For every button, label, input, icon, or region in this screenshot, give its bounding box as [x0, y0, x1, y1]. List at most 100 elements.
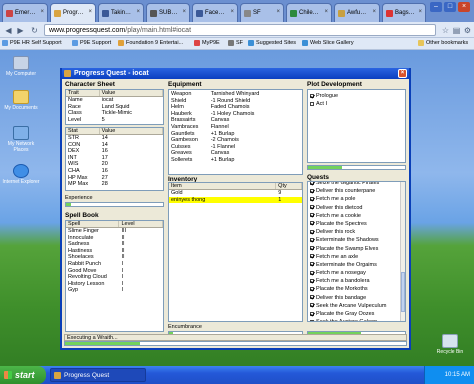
equipment-row[interactable]: Helm Faded Chamois [169, 104, 302, 111]
browser-tab[interactable]: Chile… × [286, 3, 332, 22]
stat-row[interactable]: DEX 16 [66, 148, 163, 155]
taskbar-item-progress-quest[interactable]: Progress Quest [50, 368, 146, 382]
close-tab-icon[interactable]: × [418, 9, 422, 15]
browser-tab[interactable]: Emer… × [2, 3, 48, 22]
quest-item[interactable]: Placate the Morkoths [308, 285, 405, 293]
quest-item[interactable]: Exterminate the Shadows [308, 236, 405, 244]
bookmark-link[interactable]: P9E Support [72, 40, 111, 46]
browser-tab[interactable]: Awfu… × [334, 3, 380, 22]
plot-item[interactable]: Prologue [308, 92, 405, 100]
inventory-row[interactable]: Gold 9 [169, 190, 302, 197]
browser-tab[interactable]: Face… × [192, 3, 238, 22]
start-button[interactable]: start [0, 366, 46, 384]
equipment-row[interactable]: Sollerets +1 Burlap [169, 157, 302, 164]
close-icon[interactable]: × [458, 2, 470, 12]
close-tab-icon[interactable]: × [40, 9, 44, 15]
quest-item[interactable]: Deliver this dietcod [308, 204, 405, 212]
spell-row[interactable]: Shoelaces II [66, 254, 163, 261]
spell-row[interactable]: Good Move I [66, 268, 163, 275]
equipment-row[interactable]: Greaves Canvas [169, 150, 302, 157]
equipment-row[interactable]: Weapon Tarnished Whinyard [169, 91, 302, 98]
trait-row[interactable]: Name iocat [66, 97, 163, 104]
bookmark-link[interactable]: MyP9E [194, 40, 220, 46]
close-icon[interactable]: × [398, 69, 407, 78]
experience-label: Experience [65, 195, 93, 201]
spell-row[interactable]: Revolting Cloud I [66, 274, 163, 281]
close-tab-icon[interactable]: × [372, 9, 376, 15]
trait-row[interactable]: Race Land Squid [66, 104, 163, 111]
maximize-icon[interactable]: □ [444, 2, 456, 12]
other-bookmarks[interactable]: Other bookmarks [418, 40, 468, 46]
spell-row[interactable]: Rabbit Punch I [66, 261, 163, 268]
equipment-row[interactable]: Gauntlets +1 Burlap [169, 131, 302, 138]
quest-item[interactable]: Placate the Gray Oozes [308, 310, 405, 318]
back-arrow-icon[interactable]: ◀ [3, 25, 14, 36]
stat-row[interactable]: STR 14 [66, 135, 163, 142]
close-tab-icon[interactable]: × [182, 9, 186, 15]
close-tab-icon[interactable]: × [230, 9, 234, 15]
close-tab-icon[interactable]: × [88, 9, 92, 15]
plot-item[interactable]: Act I [308, 100, 405, 108]
quest-item[interactable]: Placate the Spectres [308, 220, 405, 228]
quest-item[interactable]: Fetch me a nosegay [308, 269, 405, 277]
stat-row[interactable]: INT 17 [66, 155, 163, 162]
star-icon[interactable]: ☆ [440, 25, 451, 36]
bookmark-link[interactable]: SF [228, 40, 243, 46]
bookmark-link[interactable]: Foundation 9 Entertai... [118, 40, 183, 46]
stat-row[interactable]: CON 14 [66, 142, 163, 149]
bookmark-favicon-icon [194, 40, 200, 46]
forward-arrow-icon[interactable]: ▶ [15, 25, 26, 36]
quest-item[interactable]: Seek the Austere Galeon [308, 318, 405, 321]
equipment-row[interactable]: Gambeson -2 Chamois [169, 137, 302, 144]
table-cell: Shoelaces [68, 254, 94, 261]
equipment-row[interactable]: Vambraces Flannel [169, 124, 302, 131]
browser-tab[interactable]: Takin… × [98, 3, 144, 22]
trait-row[interactable]: Level 5 [66, 117, 163, 124]
quest-item[interactable]: Deliver this counterpane [308, 187, 405, 195]
quest-item[interactable]: Placate the Swamp Elves [308, 245, 405, 253]
quest-item[interactable]: Deliver this bandage [308, 294, 405, 302]
checkbox-icon [310, 196, 314, 201]
stat-row[interactable]: WIS 20 [66, 161, 163, 168]
spell-row[interactable]: Gyp I [66, 287, 163, 294]
spell-row[interactable]: History Lesson I [66, 281, 163, 288]
quests-scrollbar[interactable] [400, 182, 405, 321]
spell-row[interactable]: Innoculate II [66, 235, 163, 242]
stat-row[interactable]: HP Max 27 [66, 175, 163, 182]
spell-row[interactable]: Sadness II [66, 241, 163, 248]
spell-row[interactable]: Slime Finger III [66, 228, 163, 235]
equipment-row[interactable]: Cuisses -1 Flannel [169, 144, 302, 151]
stat-row[interactable]: MP Max 28 [66, 181, 163, 188]
address-bar[interactable]: www.progressquest.com/play/main.html#ioc… [44, 24, 436, 36]
bookmark-link[interactable]: Suggested Sites [248, 40, 296, 46]
minimize-icon[interactable]: – [430, 2, 442, 12]
quest-item[interactable]: Fetch me a bandolera [308, 277, 405, 285]
quest-item[interactable]: Seek the Arcane Vulpeculum [308, 302, 405, 310]
page-menu-icon[interactable]: ▤ [451, 25, 462, 36]
close-tab-icon[interactable]: × [324, 9, 328, 15]
close-tab-icon[interactable]: × [276, 9, 280, 15]
browser-tab[interactable]: Bags… × [382, 3, 426, 22]
browser-tab[interactable]: SUB… × [146, 3, 190, 22]
spell-row[interactable]: Hastiness II [66, 248, 163, 255]
bookmark-link[interactable]: P9E HR Self Support [2, 40, 62, 46]
scrollbar-thumb[interactable] [401, 272, 405, 312]
stat-row[interactable]: CHA 16 [66, 168, 163, 175]
browser-tab[interactable]: SF × [240, 3, 284, 22]
inventory-row[interactable]: eninyes thong 1 [169, 196, 302, 204]
quest-item[interactable]: Exterminate the Orgaims [308, 261, 405, 269]
equipment-row[interactable]: Shield -1 Round Shield [169, 98, 302, 105]
quest-item[interactable]: Fetch me an axle [308, 253, 405, 261]
equipment-row[interactable]: Brassairts Canvas [169, 117, 302, 124]
plot-progress-bar [307, 165, 406, 170]
trait-row[interactable]: Class Tickle-Mimic [66, 110, 163, 117]
wrench-icon[interactable]: ⚙ [462, 25, 473, 36]
close-tab-icon[interactable]: × [136, 9, 140, 15]
bookmark-link[interactable]: Web Slice Gallery [302, 40, 354, 46]
browser-tab-active[interactable]: Progr… × [50, 3, 96, 22]
quest-item[interactable]: Fetch me a pole [308, 195, 405, 203]
quest-item[interactable]: Fetch me a cookie [308, 212, 405, 220]
equipment-row[interactable]: Hauberk -1 Holey Chamois [169, 111, 302, 118]
quest-item[interactable]: Deliver this rock [308, 228, 405, 236]
reload-icon[interactable]: ↻ [29, 25, 40, 36]
